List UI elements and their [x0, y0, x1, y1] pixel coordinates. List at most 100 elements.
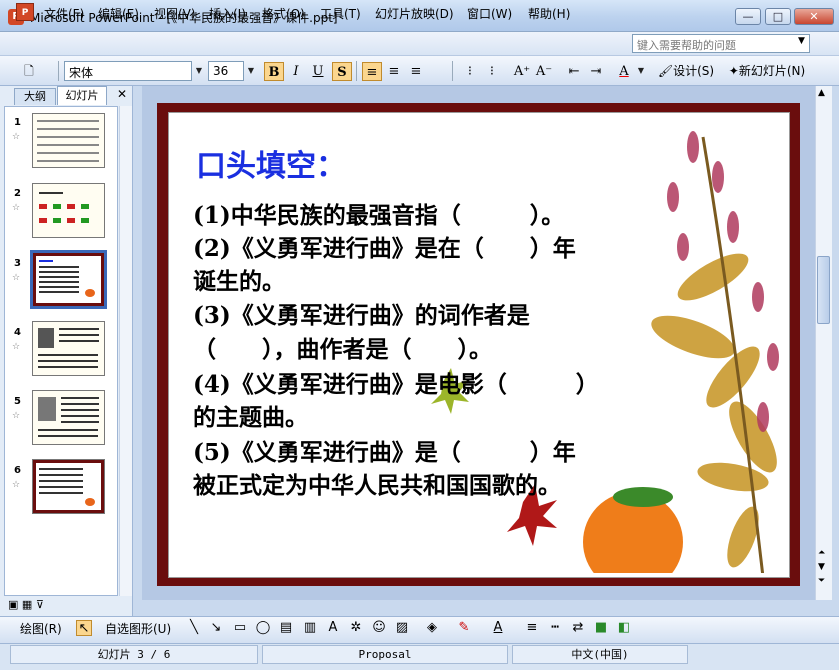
- vertical-scrollbar[interactable]: [815, 86, 832, 600]
- menu-view[interactable]: 视图(V): [154, 5, 196, 22]
- wordart-icon[interactable]: A: [325, 620, 341, 636]
- draw-menu-button[interactable]: 绘图(R): [20, 620, 62, 637]
- question-line[interactable]: (1)中华民族的最强音指（ ）。: [193, 196, 564, 230]
- maximize-button[interactable]: □: [765, 8, 791, 25]
- scroll-up-icon[interactable]: ▲: [818, 88, 825, 98]
- bold-button[interactable]: B: [264, 62, 284, 81]
- question-line[interactable]: （ ），曲作者是（ ）。: [193, 330, 492, 364]
- design-button[interactable]: 🖌设计(S): [656, 61, 716, 81]
- minimize-button[interactable]: —: [735, 8, 761, 25]
- menu-help[interactable]: 帮助(H): [528, 5, 570, 22]
- slide-number: 4: [14, 327, 21, 338]
- line-icon[interactable]: ╲: [186, 620, 202, 636]
- slide-thumbnail-4[interactable]: [32, 321, 105, 376]
- document-icon[interactable]: P: [16, 3, 34, 21]
- chevron-down-icon[interactable]: ▼: [798, 36, 805, 46]
- menu-format[interactable]: 格式(O): [262, 5, 305, 22]
- scrollbar-thumb[interactable]: [817, 256, 830, 324]
- slide-thumbnail-2[interactable]: [32, 183, 105, 238]
- slide-thumbnail-6[interactable]: [32, 459, 105, 514]
- oval-icon[interactable]: ◯: [255, 620, 271, 636]
- slide-title[interactable]: 口头填空：: [196, 141, 346, 185]
- normal-view-icon[interactable]: ▣: [8, 598, 18, 611]
- tab-outline[interactable]: 大纲: [14, 88, 56, 105]
- textbox-icon[interactable]: ▤: [278, 620, 294, 636]
- chevron-down-icon[interactable]: ▼: [244, 62, 258, 80]
- view-buttons: ▣ ▦ ⊽: [8, 598, 44, 611]
- new-slide-button[interactable]: ✦新幻灯片(N): [724, 61, 810, 81]
- italic-button[interactable]: I: [286, 62, 306, 81]
- slideshow-view-icon[interactable]: ⊽: [36, 598, 44, 611]
- fill-color-icon[interactable]: ◈: [424, 620, 440, 636]
- menu-tools[interactable]: 工具(T): [320, 5, 361, 22]
- next-slide-icon[interactable]: ⏷: [818, 576, 825, 586]
- slide-number: 1: [14, 117, 21, 128]
- tab-slides[interactable]: 幻灯片: [57, 86, 107, 105]
- font-name-combo[interactable]: 宋体: [64, 61, 192, 81]
- slide-sorter-icon[interactable]: ▦: [22, 598, 32, 611]
- close-icon[interactable]: ✕: [117, 87, 127, 101]
- design-label: 设计(S): [673, 64, 715, 78]
- increase-indent-icon[interactable]: ⇥: [586, 62, 606, 81]
- help-search-input[interactable]: 键入需要帮助的问题: [632, 34, 810, 53]
- 3d-style-icon[interactable]: ◧: [616, 620, 632, 636]
- font-color-icon[interactable]: A: [614, 62, 634, 81]
- chevron-down-icon[interactable]: ▼: [634, 62, 648, 80]
- select-cursor-icon[interactable]: ↖: [76, 620, 92, 636]
- arrow-icon[interactable]: ↘: [208, 620, 224, 636]
- scroll-down-icon[interactable]: ▼: [818, 562, 825, 572]
- slide-thumbnail-1[interactable]: [32, 113, 105, 168]
- underline-button[interactable]: U: [308, 62, 328, 81]
- slide-thumbnail-3[interactable]: [30, 250, 107, 309]
- question-line[interactable]: (5)《义勇军进行曲》是（ ）年: [193, 433, 576, 467]
- question-line[interactable]: (2)《义勇军进行曲》是在（ ）年: [193, 229, 576, 263]
- clipart-icon[interactable]: ☺: [371, 620, 387, 636]
- question-line[interactable]: 被正式定为中华人民共和国国歌的。: [193, 466, 561, 500]
- decrease-indent-icon[interactable]: ⇤: [564, 62, 584, 81]
- question-line[interactable]: (3)《义勇军进行曲》的词作者是: [193, 296, 530, 330]
- align-right-icon[interactable]: ≡: [406, 62, 426, 81]
- menu-file[interactable]: 文件(F): [44, 5, 84, 22]
- picture-icon[interactable]: ▨: [394, 620, 410, 636]
- slide-thumbnail-5[interactable]: [32, 390, 105, 445]
- align-center-icon[interactable]: ≡: [384, 62, 404, 81]
- diagram-icon[interactable]: ✲: [348, 620, 364, 636]
- chevron-down-icon[interactable]: ▼: [192, 62, 206, 80]
- slide-counter: 幻灯片 3 / 6: [10, 645, 258, 664]
- animation-star-icon: ☆: [12, 342, 21, 352]
- rectangle-icon[interactable]: ▭: [232, 620, 248, 636]
- thumbnail-scrollbar[interactable]: [119, 106, 132, 596]
- decrease-font-icon[interactable]: A⁻: [534, 62, 554, 81]
- toolbar-separator: [58, 61, 59, 81]
- font-size-combo[interactable]: 36: [208, 61, 244, 81]
- menu-window[interactable]: 窗口(W): [467, 5, 512, 22]
- menu-slideshow[interactable]: 幻灯片放映(D): [375, 5, 454, 22]
- question-line[interactable]: 诞生的。: [193, 262, 285, 296]
- increase-font-icon[interactable]: A⁺: [512, 62, 532, 81]
- toolbar-separator: [356, 61, 357, 81]
- design-template-name: Proposal: [262, 645, 508, 664]
- font-color-icon[interactable]: A: [490, 620, 506, 636]
- close-button[interactable]: ✕: [794, 8, 834, 25]
- question-line[interactable]: (4)《义勇军进行曲》是电影（ ）: [193, 365, 599, 399]
- vertical-textbox-icon[interactable]: ▥: [302, 620, 318, 636]
- arrow-style-icon[interactable]: ⇄: [570, 620, 586, 636]
- slide-number: 6: [14, 465, 21, 476]
- new-document-icon[interactable]: 🗋: [20, 61, 38, 81]
- dash-style-icon[interactable]: ┅: [547, 620, 563, 636]
- line-color-icon[interactable]: ✎: [456, 620, 472, 636]
- menu-edit[interactable]: 编辑(E): [98, 5, 139, 22]
- shadow-button[interactable]: S: [332, 62, 352, 81]
- bullets-icon[interactable]: ⁝: [482, 62, 502, 81]
- slide-number: 2: [14, 188, 21, 199]
- previous-slide-icon[interactable]: ⏶: [818, 548, 825, 558]
- slide-number: 3: [14, 258, 21, 269]
- menu-insert[interactable]: 插入(I): [209, 5, 246, 22]
- align-left-icon[interactable]: ≡: [362, 62, 382, 81]
- shadow-style-icon[interactable]: ■: [593, 620, 609, 636]
- autoshapes-button[interactable]: 自选图形(U): [105, 620, 171, 637]
- line-style-icon[interactable]: ≡: [524, 620, 540, 636]
- language-indicator: 中文(中国): [512, 645, 688, 664]
- numbering-icon[interactable]: ⁝: [460, 62, 480, 81]
- question-line[interactable]: 的主题曲。: [193, 398, 308, 432]
